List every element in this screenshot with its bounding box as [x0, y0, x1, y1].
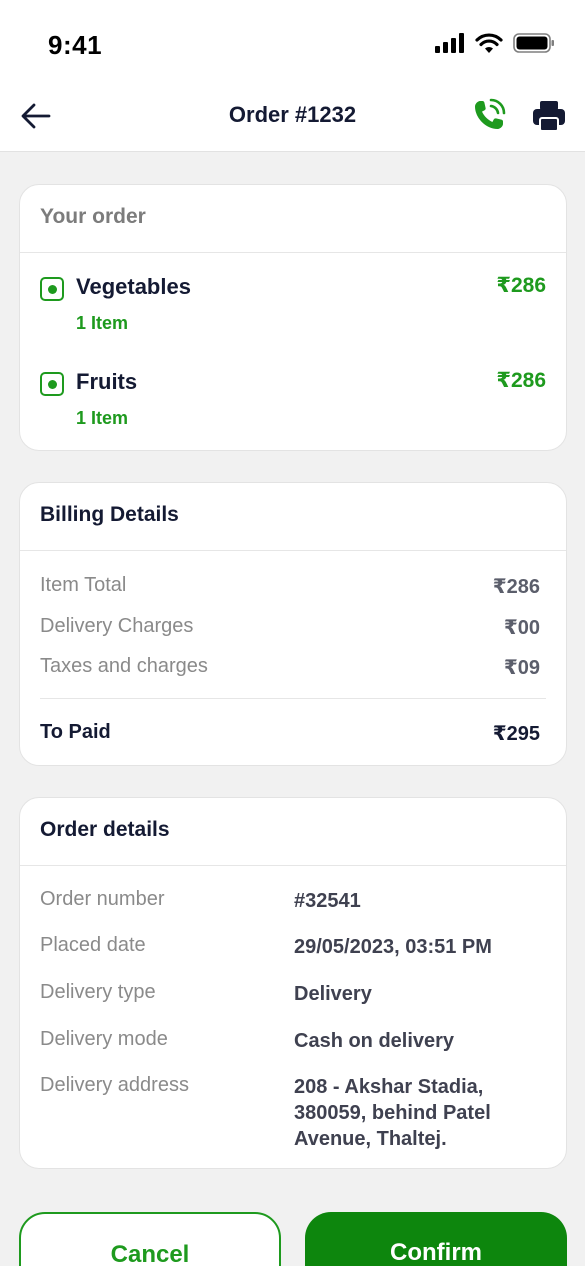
bill-total-row: To Paid ₹295 — [40, 721, 540, 745]
item-name: Fruits — [76, 369, 138, 394]
order-details-card: Order details Order number #32541 Placed… — [19, 797, 567, 1169]
status-time: 9:41 — [48, 30, 103, 60]
order-details-title: Order details — [20, 798, 566, 866]
detail-label: Delivery type — [40, 981, 156, 1003]
detail-value: 29/05/2023, 03:51 PM — [294, 936, 492, 958]
your-order-card: Your order Vegetables 1 Item ₹286 Fruits… — [19, 184, 567, 451]
item-price: ₹286 — [496, 369, 546, 392]
print-button[interactable] — [530, 97, 568, 135]
divider — [40, 698, 546, 699]
total-label: To Paid — [40, 721, 111, 743]
item-count: 1 Item — [76, 313, 129, 333]
status-bar: 9:41 — [0, 0, 585, 80]
bill-label: Item Total — [40, 574, 127, 596]
item-count: 1 Item — [76, 408, 129, 428]
bill-row-taxes: Taxes and charges ₹09 — [40, 655, 540, 679]
total-value: ₹295 — [492, 723, 540, 745]
confirm-button[interactable]: Confirm — [305, 1212, 567, 1266]
bill-row-delivery-charges: Delivery Charges ₹00 — [40, 615, 540, 639]
item-price: ₹286 — [496, 274, 546, 297]
bill-row-item-total: Item Total ₹286 — [40, 574, 540, 598]
detail-value: #32541 — [294, 890, 361, 912]
status-icons — [435, 33, 555, 53]
billing-details-card: Billing Details Item Total ₹286 Delivery… — [19, 482, 567, 766]
printer-icon — [533, 101, 565, 132]
veg-indicator-icon — [40, 372, 64, 396]
detail-value: Cash on delivery — [294, 1030, 455, 1052]
detail-label: Delivery address — [40, 1074, 189, 1096]
billing-details-title: Billing Details — [20, 483, 566, 551]
detail-label: Delivery mode — [40, 1028, 168, 1050]
bill-value: ₹286 — [492, 576, 540, 598]
your-order-title: Your order — [20, 185, 566, 253]
order-item-fruits[interactable]: Fruits 1 Item ₹286 — [40, 368, 546, 438]
detail-value: 208 - Akshar Stadia, 380059, behind Pate… — [294, 1076, 491, 1150]
wifi-icon — [475, 33, 503, 53]
app-header: Order #1232 — [0, 80, 585, 152]
cancel-button[interactable]: Cancel — [19, 1212, 281, 1266]
cellular-signal-icon — [435, 33, 464, 53]
bill-value: ₹09 — [503, 657, 540, 679]
veg-indicator-icon — [40, 277, 64, 301]
phone-ringing-icon — [475, 98, 506, 129]
bill-label: Taxes and charges — [40, 655, 208, 677]
bill-value: ₹00 — [503, 617, 540, 639]
order-item-vegetables[interactable]: Vegetables 1 Item ₹286 — [40, 273, 546, 343]
battery-icon — [513, 33, 554, 53]
bill-label: Delivery Charges — [40, 615, 194, 637]
call-button[interactable] — [470, 96, 508, 134]
detail-label: Placed date — [40, 934, 146, 956]
item-name: Vegetables — [76, 274, 191, 299]
detail-value: Delivery — [294, 983, 372, 1005]
detail-label: Order number — [40, 888, 165, 910]
